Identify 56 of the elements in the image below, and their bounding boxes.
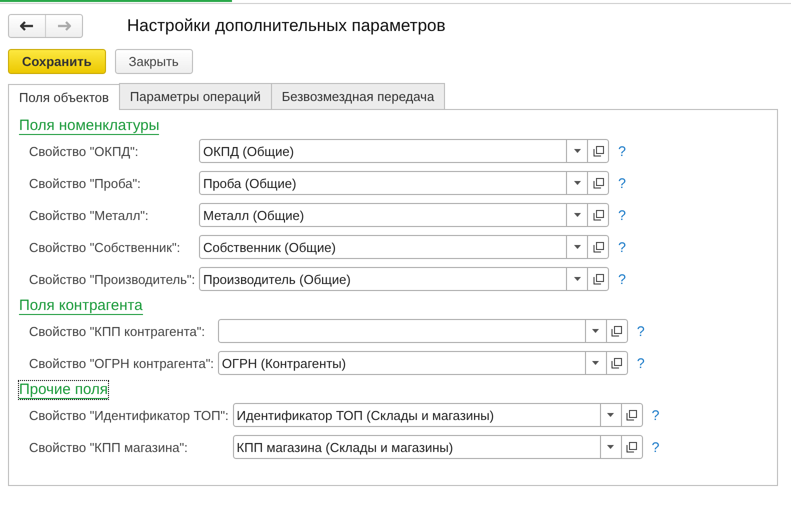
select-field[interactable] bbox=[218, 319, 628, 343]
select-field[interactable]: КПП магазина (Склады и магазины) bbox=[232, 435, 643, 459]
open-window-icon bbox=[611, 358, 622, 368]
caret-icon bbox=[574, 213, 581, 217]
caret-icon bbox=[592, 329, 600, 333]
select-field[interactable]: ОГРН (Контрагенты) bbox=[218, 351, 628, 375]
help-link[interactable]: ? bbox=[618, 239, 626, 255]
caret-icon bbox=[607, 445, 614, 449]
field-label: Свойство "Производитель": bbox=[29, 272, 196, 286]
select-field[interactable]: Производитель (Общие) bbox=[199, 267, 610, 291]
open-window-icon bbox=[611, 326, 622, 336]
caret-icon bbox=[592, 361, 600, 365]
caret-icon bbox=[574, 245, 581, 249]
field-label: Свойство "Проба": bbox=[29, 176, 142, 190]
back-arrow-icon bbox=[20, 21, 34, 31]
help-link[interactable]: ? bbox=[636, 355, 645, 371]
select-field[interactable]: Металл (Общие) bbox=[199, 203, 610, 227]
group-title[interactable]: Поля номенклатуры bbox=[19, 117, 160, 135]
open-window-icon bbox=[592, 178, 604, 188]
help-link[interactable]: ? bbox=[652, 439, 660, 455]
window-title: Настройки дополнительных параметров bbox=[127, 16, 446, 36]
field-label: Свойство "Собственник": bbox=[29, 240, 182, 254]
open-window-icon bbox=[592, 146, 604, 156]
help-link[interactable]: ? bbox=[618, 271, 626, 287]
field-label: Свойство "Металл": bbox=[29, 208, 150, 222]
open-window-icon bbox=[626, 410, 638, 420]
select-field[interactable]: Проба (Общие) bbox=[199, 171, 610, 195]
open-window-icon bbox=[626, 442, 638, 452]
select-field[interactable]: Идентификатор ТОП (Склады и магазины) bbox=[232, 403, 643, 427]
tab[interactable]: Безвозмездная передача bbox=[270, 83, 446, 109]
open-window-icon bbox=[592, 274, 604, 284]
caret-icon bbox=[574, 149, 581, 153]
field-label: Свойство "ОКПД": bbox=[29, 144, 140, 158]
open-window-icon bbox=[592, 210, 604, 220]
caret-icon bbox=[574, 181, 581, 185]
save-button[interactable]: Сохранить bbox=[8, 49, 106, 74]
help-link[interactable]: ? bbox=[618, 175, 626, 191]
help-link[interactable]: ? bbox=[636, 323, 645, 339]
help-link[interactable]: ? bbox=[618, 207, 626, 223]
caret-icon bbox=[607, 413, 614, 417]
group-title[interactable]: Поля контрагента bbox=[19, 297, 143, 315]
field-label: Свойство "КПП контрагента": bbox=[29, 324, 206, 338]
help-link[interactable]: ? bbox=[618, 143, 626, 159]
field-label: Свойство "КПП магазина": bbox=[29, 440, 189, 454]
close-button[interactable]: Закрыть bbox=[114, 49, 193, 74]
tab[interactable]: Поля объектов bbox=[8, 84, 120, 110]
open-window-icon bbox=[592, 242, 604, 252]
caret-icon bbox=[574, 277, 581, 281]
select-field[interactable]: ОКПД (Общие) bbox=[199, 139, 610, 163]
field-label: Свойство "ОГРН контрагента": bbox=[29, 356, 214, 370]
tab[interactable]: Параметры операций bbox=[118, 83, 272, 109]
group-title[interactable]: Прочие поля bbox=[19, 381, 108, 399]
help-link[interactable]: ? bbox=[652, 407, 660, 423]
field-label: Свойство "Идентификатор ТОП": bbox=[29, 408, 229, 422]
forward-arrow-icon bbox=[57, 21, 71, 31]
select-field[interactable]: Собственник (Общие) bbox=[199, 235, 610, 259]
